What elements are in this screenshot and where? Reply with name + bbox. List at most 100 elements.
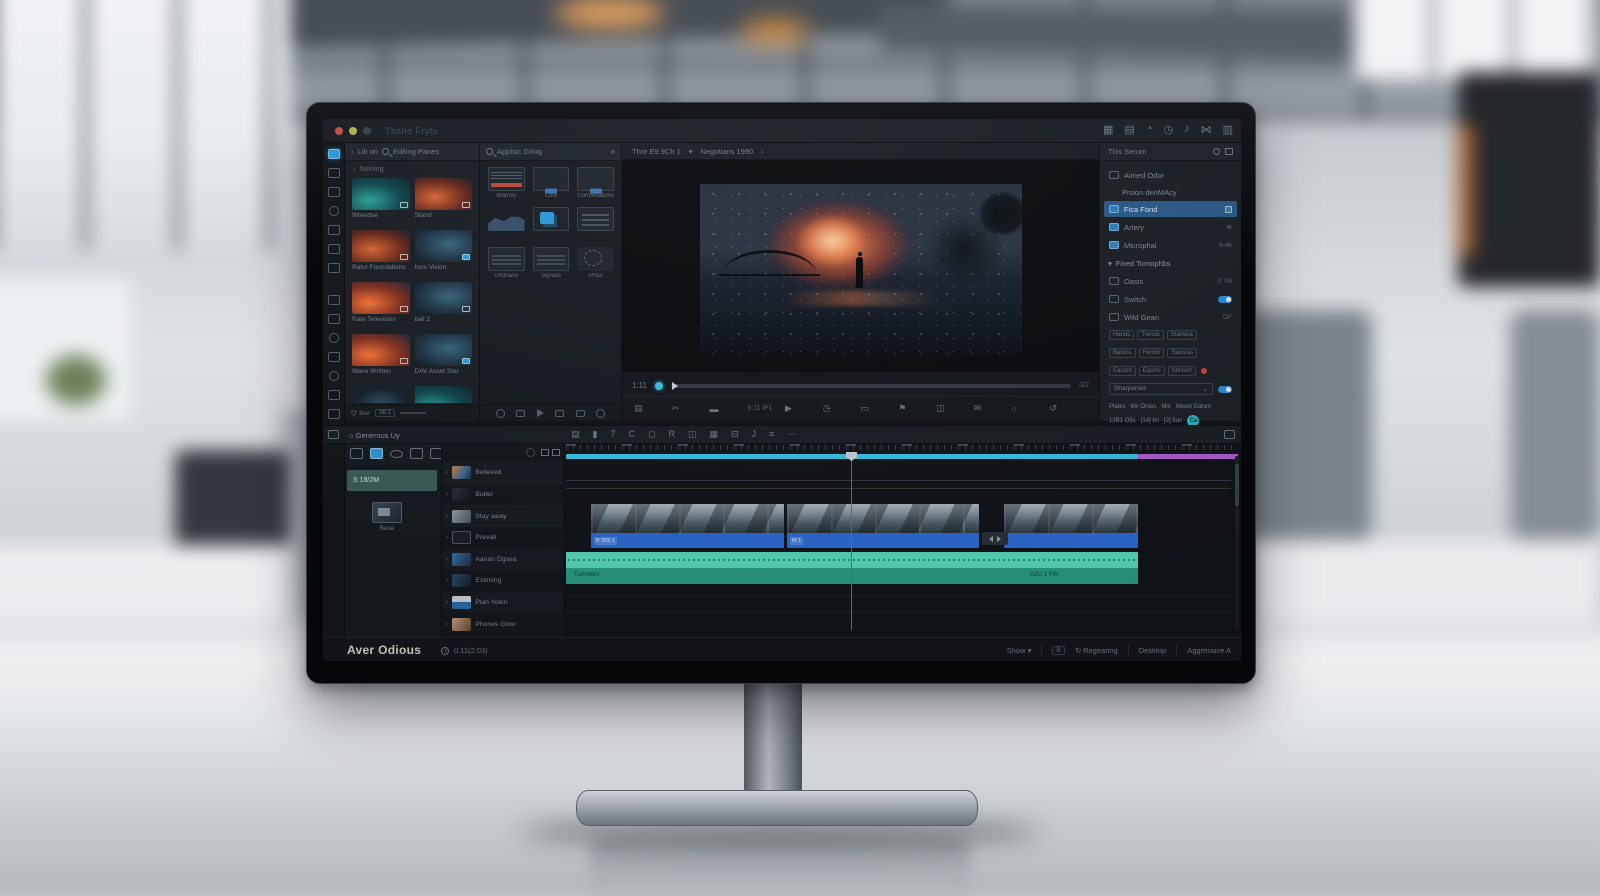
grid-label[interactable]: Mix [1161,404,1170,410]
flag-icon[interactable]: ⚑ [898,403,936,414]
lock-icon[interactable] [328,263,340,273]
window-swap-icon[interactable] [328,295,340,305]
search-icon[interactable] [486,148,493,155]
screen-icon[interactable]: ▭ [861,403,899,414]
panel-options-icon[interactable] [1224,430,1235,439]
ellipse-tool-icon[interactable] [390,450,403,458]
playhead-knob[interactable] [655,382,663,390]
button-ferndr[interactable]: Ferndr [1139,348,1165,358]
overlay-icon[interactable]: ◫ [688,429,697,440]
status-item-desktop[interactable]: Desktop [1139,646,1167,655]
button-batons[interactable]: Batons [1109,348,1136,358]
show-dropdown[interactable]: Show ▾ [1007,646,1032,655]
meter-icon[interactable] [576,410,585,417]
tool-r-icon[interactable]: R [668,429,675,440]
panel-swap-icon[interactable] [328,430,339,439]
clip-color-icon[interactable] [328,409,340,419]
keyboard-icon[interactable] [328,225,340,235]
timeline-track-item[interactable]: ›Aanan Dgsea [442,549,563,571]
seek-bar[interactable] [671,384,1071,388]
media-library-icon[interactable] [328,149,340,159]
button-stinson[interactable]: Stinson [1168,366,1196,376]
sharpened-dropdown[interactable]: Sharpened⌄ [1109,383,1213,395]
timeline-video-clip[interactable]: B 365 1 [591,504,784,548]
effect-card[interactable]: Warmly [488,167,525,201]
inspector-row-grain[interactable]: Wild Gean OF [1104,309,1237,325]
clock-icon[interactable] [329,333,339,343]
grid-label[interactable]: Plates [1109,404,1126,410]
aspect-ratio-chip[interactable]: 98:1 [375,409,395,417]
media-thumbnail[interactable]: Rate Television [352,282,410,329]
inspector-row-artery[interactable]: Artery ≣ [1104,219,1237,235]
program-monitor[interactable] [622,160,1099,372]
timeline-video-clip[interactable] [1004,504,1138,548]
record-icon[interactable] [496,409,505,418]
media-thumbnail[interactable]: DAV Asset Star [415,334,473,381]
inspector-row-switch[interactable]: Switch [1104,291,1237,307]
timeline-video-clip[interactable]: M 1 [787,504,979,548]
close-window-button[interactable] [335,127,343,135]
filter-icon[interactable] [328,352,340,362]
timeline-ruler[interactable] [566,444,1235,452]
effect-card[interactable]: Undnace [488,247,525,281]
media-thumbnail[interactable]: Stand [415,178,473,225]
project-section-row[interactable]: ‹ Naming [345,163,479,176]
base-asset[interactable]: Base [367,502,407,532]
cursor-tool-icon[interactable] [328,314,340,324]
insert-icon[interactable]: ▮ [593,429,598,440]
tool-7-icon[interactable]: 7 [610,429,615,440]
badge-b[interactable]: B [1052,646,1064,655]
gallery-icon[interactable] [328,244,340,254]
pin-icon[interactable] [1213,148,1220,155]
layers-tool-icon[interactable] [410,448,423,459]
slider-icon[interactable]: ⊟ [731,429,739,440]
grid-icon[interactable]: ▦ [709,429,718,440]
play-icon[interactable]: ▶ [785,403,823,414]
tab-hands[interactable]: Hands [1109,330,1134,340]
minimize-window-button[interactable] [349,127,357,135]
timecode-chip[interactable]: 9:11 IF1 [747,405,785,412]
effect-card[interactable]: Cool [533,167,570,201]
tool-c-icon[interactable]: C [628,429,635,440]
play-next-icon[interactable] [537,409,544,417]
timeline-audio-clip[interactable]: Tummers AZU 1 PIN [566,552,1138,584]
list-icon[interactable]: ≡ [769,429,774,440]
seek-position-marker[interactable] [672,382,678,390]
tab-trends[interactable]: Trends [1137,330,1163,340]
frame-icon[interactable]: ◻ [648,429,655,440]
scope-icon[interactable]: ◫ [936,403,974,414]
maximize-window-button[interactable] [363,127,371,135]
effect-card[interactable]: Prsis [577,247,614,281]
timeline-track-item[interactable]: ›Stay away [442,505,563,527]
tab-clip[interactable]: Thor E9 9Ch 1 [632,147,681,156]
grid-label[interactable]: Ms Orses [1131,404,1157,410]
chevron-down-icon[interactable]: ▾ [689,147,693,156]
undo-icon[interactable]: ↺ [1049,403,1087,414]
media-thumbnail[interactable]: Wrendse [352,178,410,225]
media-thumbnail[interactable] [352,386,410,403]
grid-view-icon[interactable]: ▦ [1103,123,1113,136]
shuffle-icon[interactable]: ⋈ [1201,123,1212,136]
timeline-track-item[interactable]: ›Estiming [442,570,563,592]
grid-label[interactable]: 12B1 O5c [1109,418,1136,424]
status-item-regearing[interactable]: ↺ Regearing [1075,646,1118,655]
inspector-row-selected[interactable]: Fica Fond [1104,201,1237,217]
media-thumbnail[interactable]: Inus Vision [415,230,473,277]
media-thumbnail[interactable]: Wave Written [352,334,410,381]
playhead-handle[interactable] [846,452,857,461]
effect-card[interactable]: Combinations [577,167,614,201]
razor-icon[interactable]: ✂ [672,403,710,414]
cloud-icon[interactable] [329,206,339,216]
toggle-on-icon[interactable] [1218,296,1232,303]
library-label[interactable]: Lib on [358,147,378,156]
project-search-label[interactable]: Editing Panes [393,147,439,156]
media-thumbnail[interactable] [415,386,473,403]
vertical-scrollbar[interactable] [1235,456,1239,628]
effect-card[interactable] [533,207,570,241]
tab-sequence[interactable]: Negotians 1990 [701,147,754,156]
grid-label[interactable]: Mixed Datum [1176,404,1211,410]
effect-card[interactable] [488,207,525,241]
selected-clip-chip[interactable]: S 18/2M [347,470,437,491]
toggle-on-icon[interactable] [1218,386,1232,393]
inspector-row-device[interactable]: Aimed Odor [1104,167,1237,183]
